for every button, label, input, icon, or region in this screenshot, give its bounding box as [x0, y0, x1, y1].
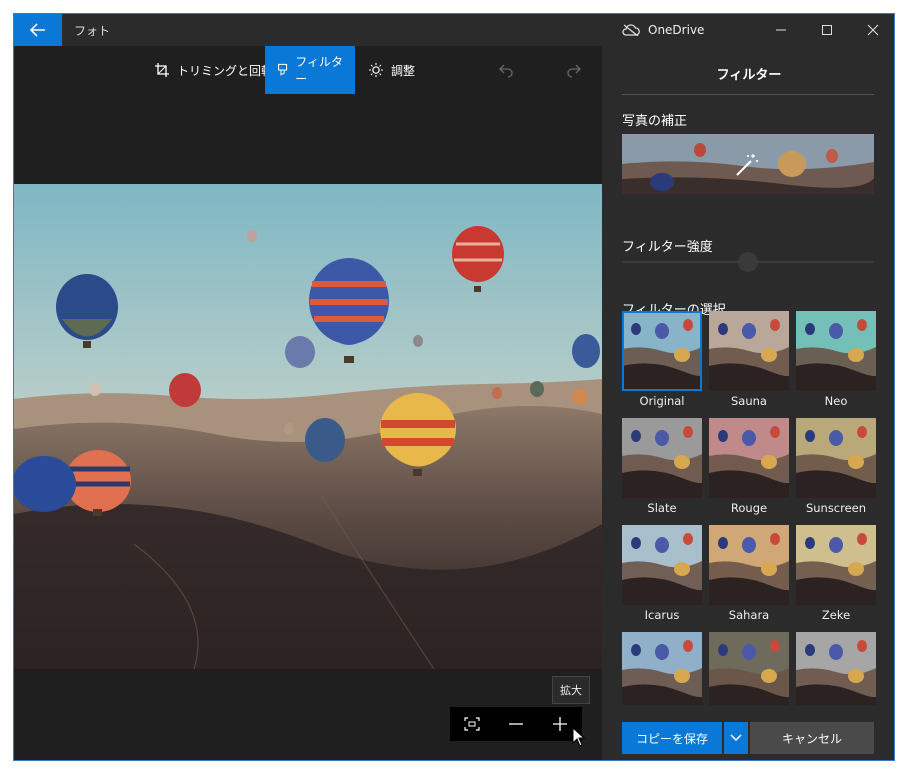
filter-thumbnail — [622, 311, 702, 391]
tab-adjust-label: 調整 — [391, 63, 416, 78]
fit-to-window-icon — [464, 717, 480, 731]
filter-grid: Original Sauna Neo Slate Rouge Sunscreen Icaru… — [622, 311, 876, 705]
filter-option[interactable] — [709, 632, 789, 705]
cloud-icon — [622, 24, 640, 36]
filter-option[interactable] — [796, 632, 876, 705]
back-button[interactable] — [14, 14, 62, 46]
panel-divider — [622, 94, 874, 95]
filter-name: Zeke — [821, 608, 851, 622]
close-button[interactable] — [850, 14, 894, 46]
filter-panel: フィルター 写真の補正 フィルター強度 フィルターの選択 Original Sau… — [602, 46, 894, 760]
strength-label: フィルター強度 — [622, 240, 713, 255]
onedrive-label: OneDrive — [648, 23, 705, 37]
filter-name: Original — [639, 394, 685, 408]
tab-filter-label: フィルター — [295, 55, 343, 86]
fit-to-window-button[interactable] — [450, 707, 494, 741]
filter-name: Slate — [647, 501, 677, 515]
filter-thumbnail — [709, 418, 789, 498]
photo-canvas[interactable] — [14, 184, 602, 669]
filter-thumbnail — [796, 418, 876, 498]
filter-thumbnail — [709, 525, 789, 605]
filter-name: Sauna — [731, 394, 767, 408]
filter-option[interactable]: Rouge — [709, 418, 789, 515]
zoom-out-icon — [509, 723, 523, 725]
filter-icon — [278, 63, 288, 76]
crop-rotate-button[interactable]: トリミングと回転 — [142, 46, 285, 94]
undo-button[interactable] — [486, 46, 526, 94]
cancel-button[interactable]: キャンセル — [750, 722, 874, 754]
filter-thumbnail — [796, 311, 876, 391]
zoom-in-icon — [553, 717, 567, 731]
filter-name: Rouge — [730, 501, 768, 515]
filter-name: Sunscreen — [805, 501, 867, 515]
filter-name: Icarus — [644, 608, 680, 622]
minimize-icon — [776, 29, 786, 31]
maximize-icon — [822, 25, 832, 35]
redo-icon — [567, 64, 581, 78]
filter-option[interactable]: Original — [622, 311, 702, 408]
mouse-cursor-icon — [572, 727, 586, 747]
filter-option[interactable]: Sauna — [709, 311, 789, 408]
filter-option[interactable]: Sunscreen — [796, 418, 876, 515]
title-bar: フォト OneDrive — [14, 14, 894, 46]
filter-thumbnail — [796, 632, 876, 705]
strength-slider-handle[interactable] — [738, 252, 758, 272]
filter-option[interactable]: Icarus — [622, 525, 702, 622]
onedrive-status[interactable]: OneDrive — [622, 14, 704, 46]
zoom-tooltip: 拡大 — [552, 676, 590, 704]
minimize-button[interactable] — [758, 14, 804, 46]
back-arrow-icon — [30, 23, 45, 37]
filter-name: Sahara — [728, 608, 770, 622]
app-window: フォト OneDrive トリミングと回転 フィルター 調整 拡大 フィルター … — [13, 13, 895, 761]
filter-option[interactable]: Zeke — [796, 525, 876, 622]
chevron-down-icon — [730, 734, 742, 742]
app-title: フォト — [74, 24, 111, 38]
enhance-photo-button[interactable] — [622, 134, 874, 194]
filter-thumbnail — [622, 632, 702, 705]
edit-toolbar: トリミングと回転 フィルター 調整 — [14, 46, 602, 94]
brightness-icon — [369, 63, 383, 77]
filter-thumbnail — [796, 525, 876, 605]
panel-title: フィルター — [716, 68, 782, 83]
filter-option[interactable]: Sahara — [709, 525, 789, 622]
enhance-label: 写真の補正 — [622, 114, 688, 129]
balloon-photo — [14, 184, 602, 669]
zoom-out-button[interactable] — [494, 707, 538, 741]
save-options-button[interactable] — [724, 722, 748, 754]
crop-rotate-label: トリミングと回転 — [177, 63, 274, 78]
undo-icon — [499, 64, 513, 78]
redo-button[interactable] — [554, 46, 594, 94]
filter-thumbnail — [709, 632, 789, 705]
tab-adjust[interactable]: 調整 — [356, 46, 427, 94]
filter-thumbnail — [709, 311, 789, 391]
filter-option[interactable]: Neo — [796, 311, 876, 408]
filter-name: Neo — [824, 394, 848, 408]
save-copy-button[interactable]: コピーを保存 — [622, 722, 722, 754]
filter-thumbnail — [622, 525, 702, 605]
tab-filter[interactable]: フィルター — [265, 46, 355, 94]
close-icon — [867, 24, 879, 36]
filter-option[interactable]: Slate — [622, 418, 702, 515]
maximize-button[interactable] — [804, 14, 850, 46]
zoom-controls — [450, 707, 582, 741]
magic-wand-icon — [736, 154, 758, 176]
filter-option[interactable] — [622, 632, 702, 705]
crop-icon — [155, 63, 169, 77]
filter-thumbnail — [622, 418, 702, 498]
